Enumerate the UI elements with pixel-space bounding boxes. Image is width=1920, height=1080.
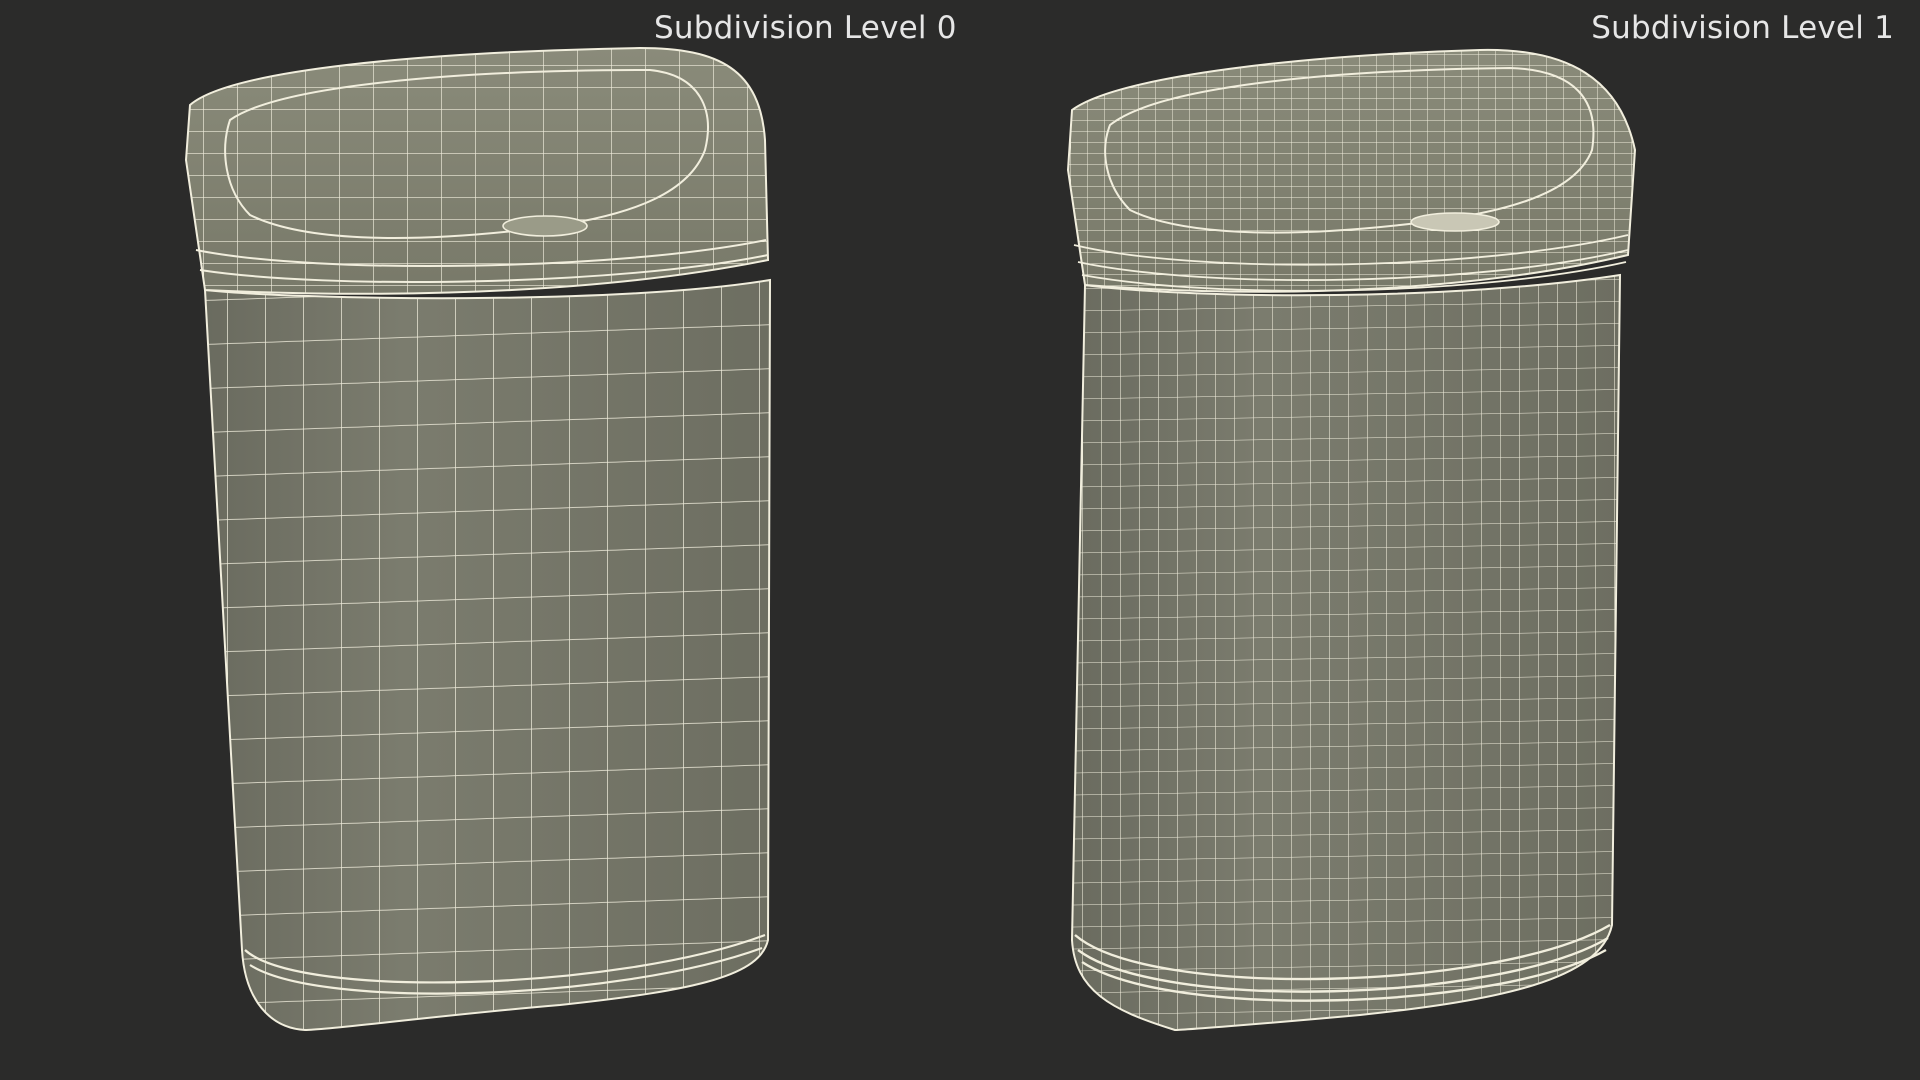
trash-can-level-0 (184, 46, 772, 1032)
render-viewport: Subdivision Level 0 Subdivision Level 1 (0, 0, 1920, 1080)
subdivision-level-1-label: Subdivision Level 1 (1591, 10, 1894, 46)
wireframe-render (184, 46, 1637, 1032)
sensor-window (502, 215, 588, 237)
sensor-window (1410, 212, 1500, 232)
trash-can-level-1 (1066, 48, 1637, 1032)
subdivision-level-0-label: Subdivision Level 0 (654, 10, 957, 46)
